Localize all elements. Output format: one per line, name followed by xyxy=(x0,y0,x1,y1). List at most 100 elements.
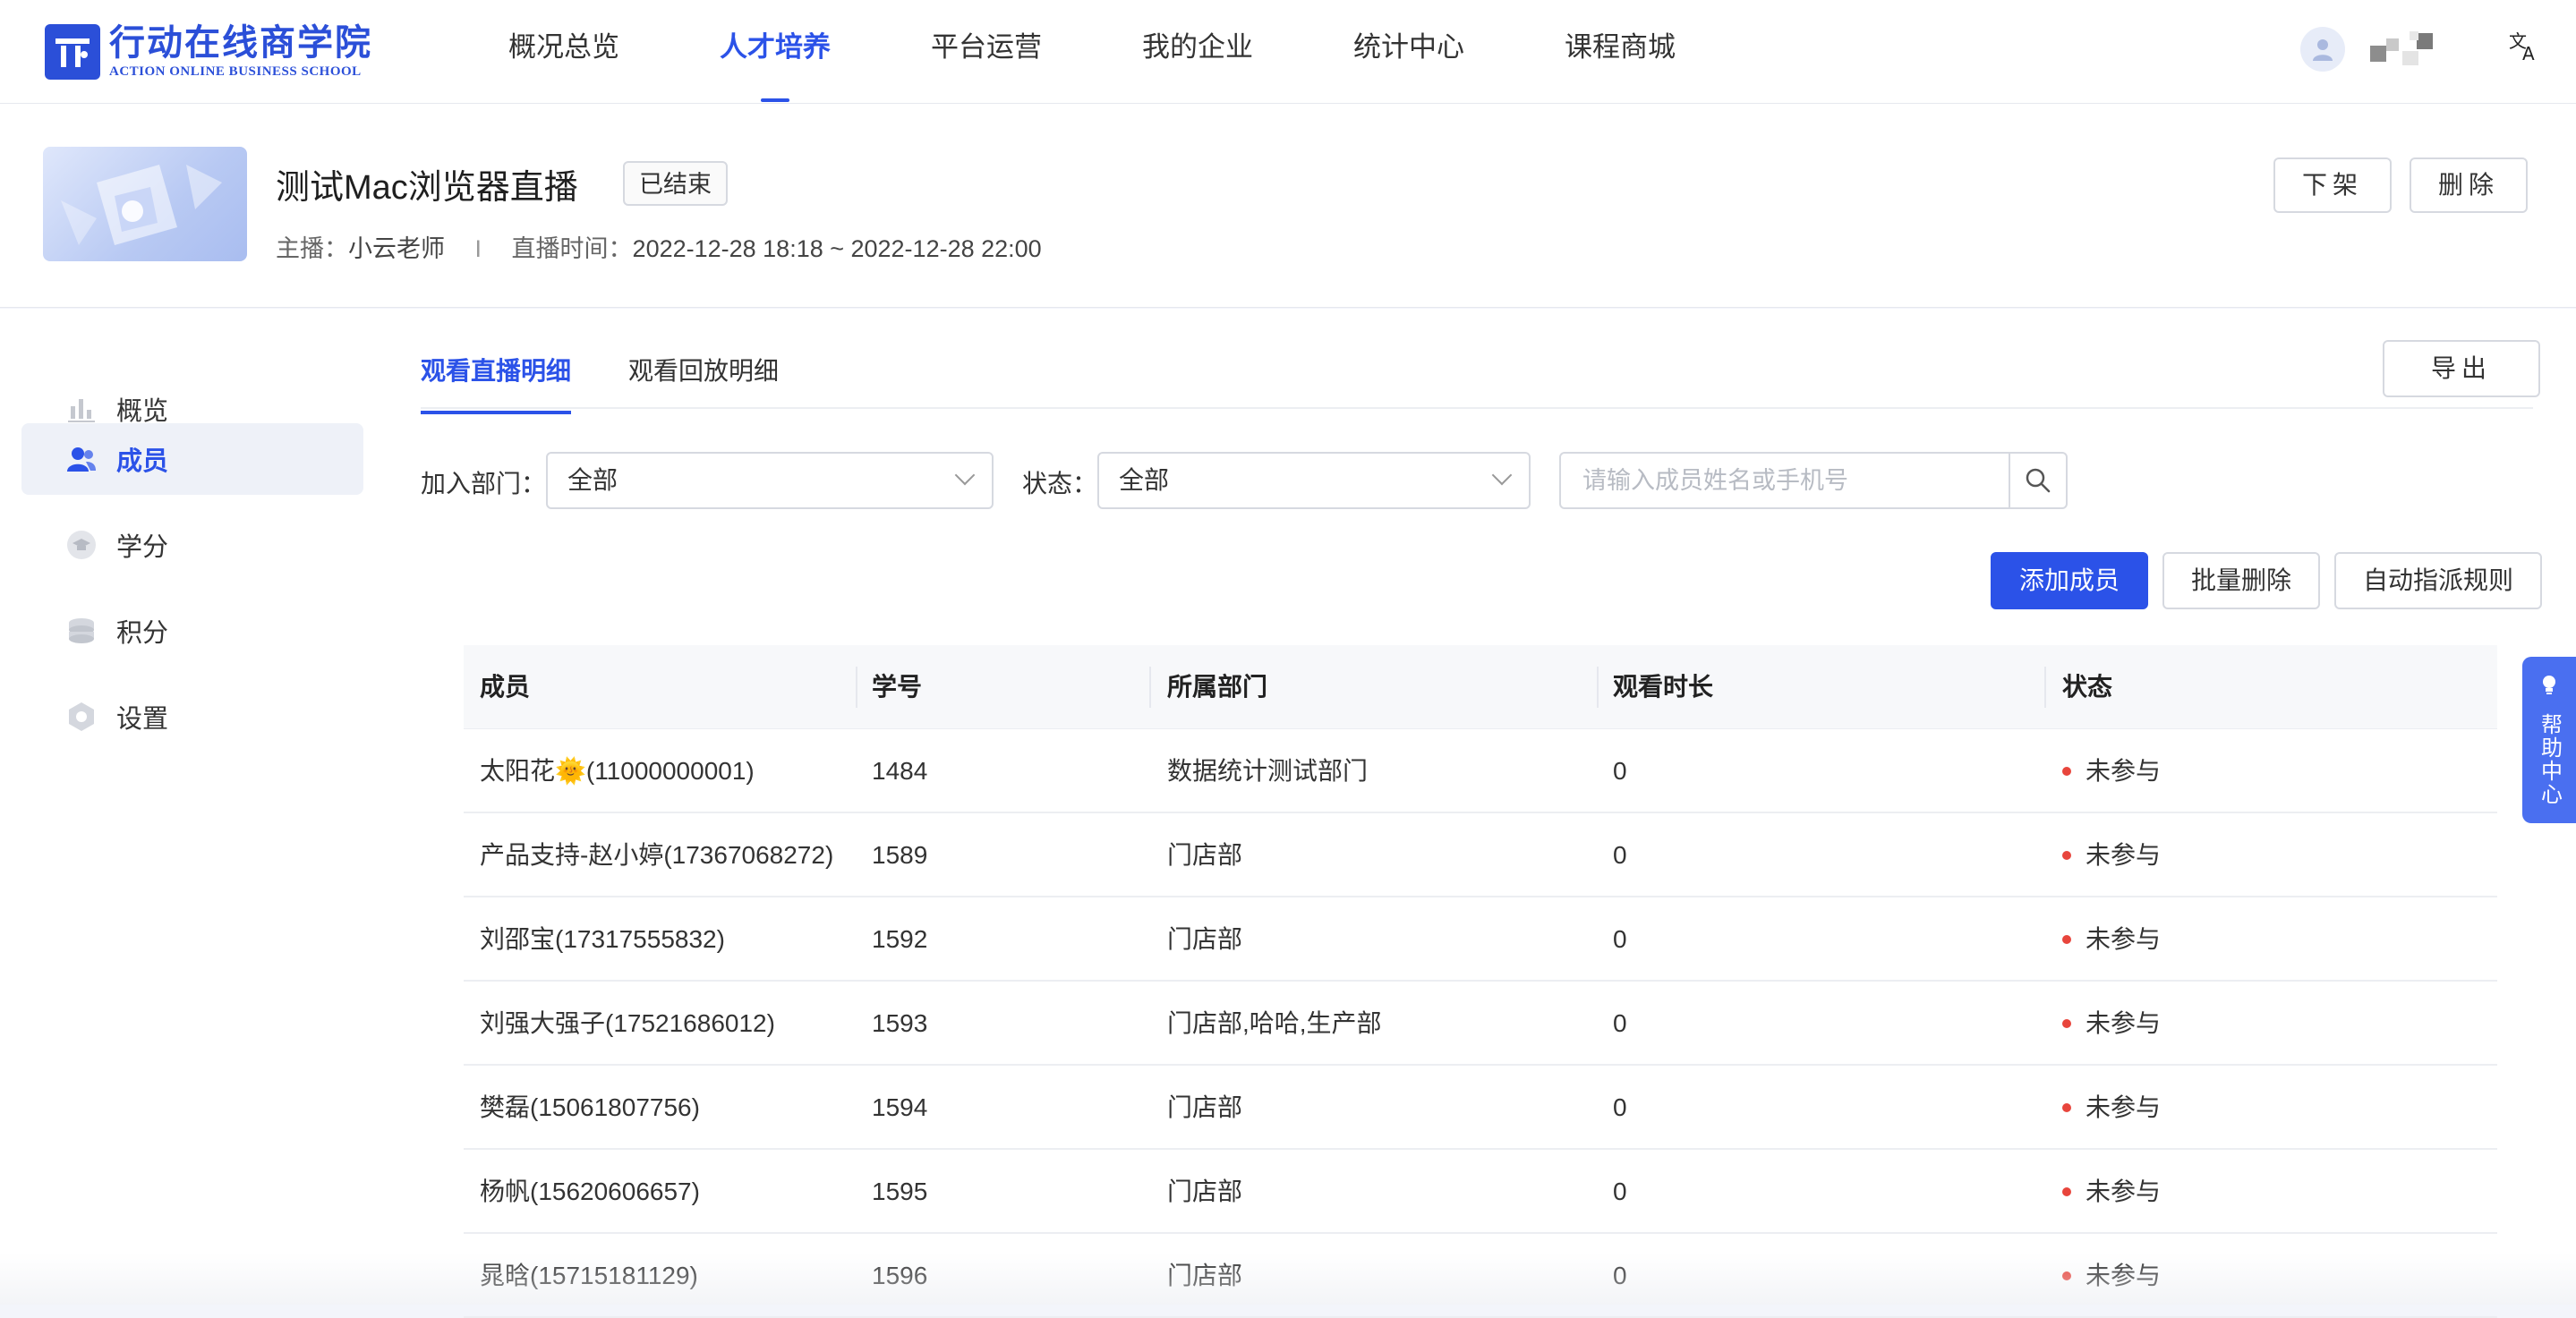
live-time: 2022-12-28 18:18 ~ 2022-12-28 22:00 xyxy=(632,235,1042,262)
sidebar-item-label: 积分 xyxy=(116,619,169,648)
nav-item-course-mall[interactable]: 课程商城 xyxy=(1565,0,1676,104)
search-icon xyxy=(2026,468,2051,493)
cell-student-id: 1593 xyxy=(872,1009,928,1037)
svg-text:A: A xyxy=(2522,43,2535,62)
sidebar-item-label: 成员 xyxy=(116,447,169,476)
cell-student-id: 1592 xyxy=(872,925,928,953)
status-filter-label: 状态： xyxy=(1022,470,1098,497)
chevron-down-icon xyxy=(954,464,976,486)
cell-department: 门店部 xyxy=(1167,841,1243,869)
table-row[interactable]: 刘邵宝(17317555832) 1592 门店部 0 未参与 xyxy=(464,897,2497,982)
column-header-status: 状态 xyxy=(2062,673,2113,701)
cell-department: 门店部 xyxy=(1167,1093,1243,1121)
nav-item-talent[interactable]: 人才培养 xyxy=(720,0,831,104)
table-row[interactable]: 樊磊(15061807756) 1594 门店部 0 未参与 xyxy=(464,1066,2497,1150)
unlist-button[interactable]: 下架 xyxy=(2273,157,2393,213)
tab-live-detail[interactable]: 观看直播明细 xyxy=(421,352,572,414)
username-redacted[interactable] xyxy=(2370,31,2469,67)
host-label: 主播： xyxy=(276,235,348,262)
table-row[interactable]: 产品支持-赵小婷(17367068272) 1589 门店部 0 未参与 xyxy=(464,813,2497,897)
cell-student-id: 1589 xyxy=(872,841,928,869)
help-center-button[interactable]: 帮助中心 xyxy=(2522,657,2576,823)
gear-icon xyxy=(64,700,98,734)
sidebar-item-points[interactable]: 积分 xyxy=(21,595,363,667)
cell-duration: 0 xyxy=(1613,1009,1627,1037)
cell-status: 未参与 xyxy=(2086,1178,2162,1205)
cell-member: 产品支持-赵小婷(17367068272) xyxy=(480,841,834,869)
table-row[interactable]: 刘强大强子(17521686012) 1593 门店部,哈哈,生产部 0 未参与 xyxy=(464,982,2497,1066)
cell-member: 太阳花🌞(11000000001) xyxy=(480,757,755,785)
dept-select-value: 全部 xyxy=(567,466,618,494)
column-header-department: 所属部门 xyxy=(1167,673,1268,701)
cell-student-id: 1596 xyxy=(872,1262,928,1289)
status-dot-icon xyxy=(2062,934,2071,944)
cell-department: 门店部 xyxy=(1167,1262,1243,1289)
delete-button[interactable]: 删除 xyxy=(2410,157,2529,213)
main-nav: 概况总览 人才培养 平台运营 我的企业 统计中心 课程商城 xyxy=(508,0,1776,104)
course-meta: 主播：小云老师 I 直播时间：2022-12-28 18:18 ~ 2022-1… xyxy=(276,229,1042,264)
status-dot-icon xyxy=(2062,1186,2071,1196)
sidebar-item-label: 概览 xyxy=(116,397,169,426)
add-member-button[interactable]: 添加成员 xyxy=(1991,552,2148,609)
cell-status: 未参与 xyxy=(2086,925,2162,953)
status-dot-icon xyxy=(2062,1271,2071,1280)
translate-icon[interactable]: 文 A xyxy=(2508,30,2540,70)
cell-department: 门店部 xyxy=(1167,925,1243,953)
nav-item-platform[interactable]: 平台运营 xyxy=(931,0,1042,104)
meta-separator: I xyxy=(474,235,482,262)
nav-item-overview[interactable]: 概况总览 xyxy=(508,0,619,104)
cell-duration: 0 xyxy=(1613,925,1627,953)
detail-tabs: 观看直播明细 观看回放明细 xyxy=(421,309,2533,414)
chevron-down-icon xyxy=(1491,464,1513,486)
member-search xyxy=(1559,452,2068,509)
brand-logo[interactable]: 行动在线商学院 ACTION ONLINE BUSINESS SCHOOL xyxy=(45,23,372,81)
table-row[interactable]: 杨帆(15620606657) 1595 门店部 0 未参与 xyxy=(464,1150,2497,1234)
export-button[interactable]: 导出 xyxy=(2383,340,2540,397)
table-row[interactable]: 太阳花🌞(11000000001) 1484 数据统计测试部门 0 未参与 xyxy=(464,729,2497,813)
nav-item-statistics[interactable]: 统计中心 xyxy=(1353,0,1464,104)
brand-name-cn: 行动在线商学院 xyxy=(109,22,372,63)
graduation-cap-icon xyxy=(64,528,98,562)
cell-member: 杨帆(15620606657) xyxy=(480,1178,700,1205)
course-title: 测试Mac浏览器直播 xyxy=(276,169,578,207)
cell-member: 晁晗(15715181129) xyxy=(480,1262,698,1289)
search-button[interactable] xyxy=(2009,454,2066,507)
main-panel: 观看直播明细 观看回放明细 导出 加入部门： 全部 状态： 全部 添加成员 批量… xyxy=(385,309,2576,1318)
batch-delete-button[interactable]: 批量删除 xyxy=(2162,552,2320,609)
dept-select[interactable]: 全部 xyxy=(546,452,994,509)
status-dot-icon xyxy=(2062,1102,2071,1112)
lightbulb-icon xyxy=(2543,676,2555,694)
sidebar-item-members[interactable]: 成员 xyxy=(21,423,363,495)
search-input[interactable] xyxy=(1561,454,2009,507)
cell-status: 未参与 xyxy=(2086,841,2162,869)
sidebar-item-credits[interactable]: 学分 xyxy=(21,509,363,581)
auto-assign-rules-button[interactable]: 自动指派规则 xyxy=(2334,552,2542,609)
status-select[interactable]: 全部 xyxy=(1097,452,1531,509)
brand-name-en: ACTION ONLINE BUSINESS SCHOOL xyxy=(109,64,362,79)
time-label: 直播时间： xyxy=(511,235,633,262)
host-name: 小云老师 xyxy=(348,235,445,262)
logo-mark-icon xyxy=(45,24,100,80)
cell-duration: 0 xyxy=(1613,1262,1627,1289)
cell-status: 未参与 xyxy=(2086,1262,2162,1289)
cell-student-id: 1595 xyxy=(872,1178,928,1205)
cell-duration: 0 xyxy=(1613,1093,1627,1121)
course-header: 测试Mac浏览器直播 已结束 主播：小云老师 I 直播时间：2022-12-28… xyxy=(0,104,2576,308)
table-header: 成员 学号 所属部门 观看时长 状态 xyxy=(464,645,2497,729)
status-dot-icon xyxy=(2062,766,2071,776)
course-cover-image xyxy=(43,147,247,261)
nav-item-enterprise[interactable]: 我的企业 xyxy=(1142,0,1253,104)
sidebar-item-settings[interactable]: 设置 xyxy=(21,681,363,753)
table-row[interactable]: 晁晗(15715181129) 1596 门店部 0 未参与 xyxy=(464,1234,2497,1318)
cell-duration: 0 xyxy=(1613,1178,1627,1205)
cell-status: 未参与 xyxy=(2086,1093,2162,1121)
cell-department: 门店部,哈哈,生产部 xyxy=(1167,1009,1382,1037)
cell-department: 门店部 xyxy=(1167,1178,1243,1205)
status-dot-icon xyxy=(2062,850,2071,860)
cell-duration: 0 xyxy=(1613,757,1627,785)
tab-replay-detail[interactable]: 观看回放明细 xyxy=(628,352,779,387)
user-avatar-icon[interactable] xyxy=(2300,27,2345,72)
cell-student-id: 1594 xyxy=(872,1093,928,1121)
column-header-student-id: 学号 xyxy=(872,673,923,701)
coins-icon xyxy=(64,614,98,648)
